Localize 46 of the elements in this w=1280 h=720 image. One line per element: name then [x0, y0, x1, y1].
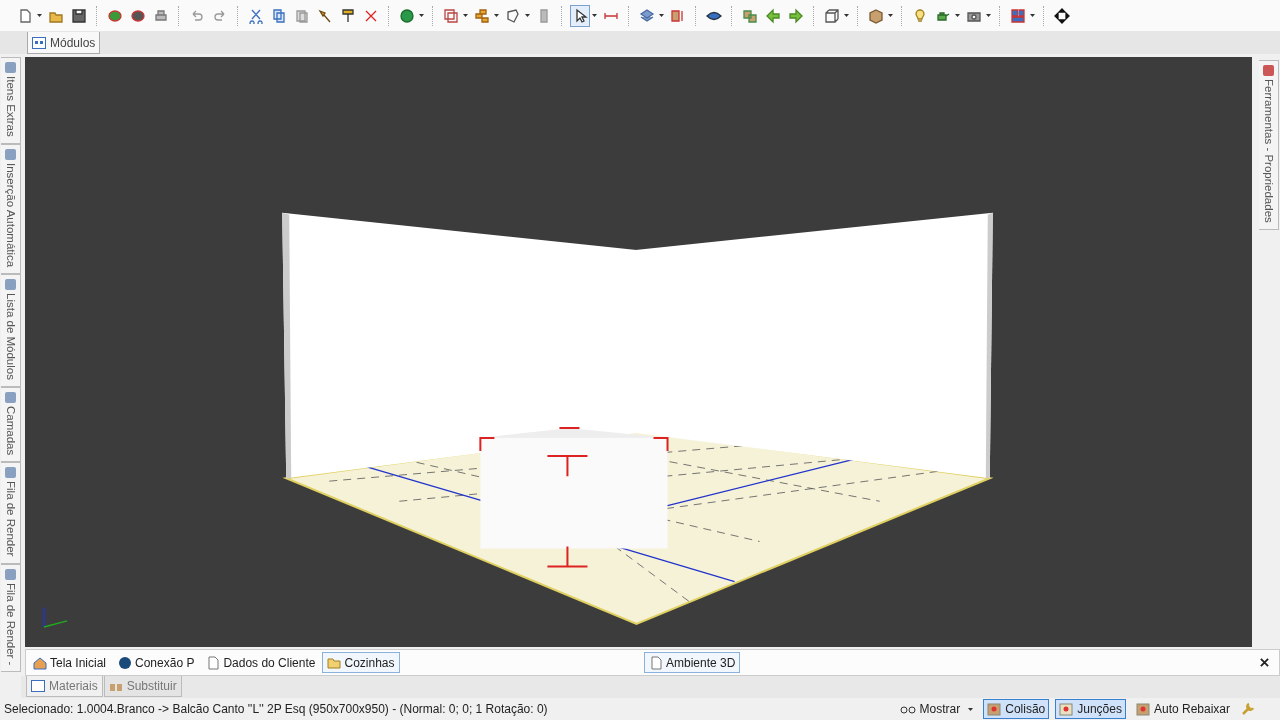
tool-icon	[1135, 702, 1150, 716]
caret-icon[interactable]	[888, 14, 893, 17]
panel-tab[interactable]: Materiais	[26, 676, 103, 697]
folder-icon	[327, 655, 342, 670]
status-text: Selecionado: 1.0004.Branco -> Balcão Canto ''L'' 2P Esq (950x700x950) - (Normal: 0; 0; 1 Rotação: 0)	[4, 702, 548, 716]
side-panel-tab[interactable]: Itens Extras	[1, 57, 21, 144]
caret-icon[interactable]	[494, 14, 499, 17]
caret-icon[interactable]	[525, 14, 530, 17]
view-tab[interactable]: Ambiente 3D	[644, 652, 741, 673]
panel-tab[interactable]: Substituir	[103, 676, 182, 697]
panel-icon	[31, 680, 45, 692]
caret-icon[interactable]	[955, 14, 960, 17]
tool-icon	[1059, 702, 1074, 716]
side-panel-tab[interactable]: Camadas	[1, 386, 21, 463]
tool-icon	[987, 702, 1002, 716]
close-icon[interactable]	[1260, 658, 1269, 667]
caret-icon[interactable]	[844, 14, 849, 17]
side-panel-tab[interactable]: Ferramentas - Propriedades	[1259, 60, 1279, 230]
glasses-icon	[899, 704, 916, 714]
toggle-button[interactable]: Auto Rebaixar	[1131, 699, 1234, 719]
show-dropdown[interactable]: Mostrar	[895, 699, 978, 719]
modules-tab[interactable]: Módulos	[27, 32, 101, 54]
caret-icon[interactable]	[419, 14, 424, 17]
document-tab[interactable]: Dados do Cliente	[201, 652, 321, 673]
caret-icon[interactable]	[463, 14, 468, 17]
document-tab[interactable]: Cozinhas	[322, 652, 400, 673]
caret-icon[interactable]	[592, 14, 597, 17]
side-panel-tab[interactable]: Lista de Módulos	[1, 273, 21, 387]
document-icon	[206, 655, 221, 670]
axis-icon	[43, 607, 68, 628]
toggle-button[interactable]: Junções	[1055, 699, 1126, 719]
toggle-button[interactable]: Colisão	[983, 699, 1050, 719]
caret-icon[interactable]	[986, 14, 991, 17]
cursor-icon[interactable]	[571, 5, 589, 26]
house-icon	[33, 655, 47, 670]
document-tab[interactable]: Conexão P	[113, 652, 200, 673]
caret-icon	[968, 707, 974, 711]
document-tab[interactable]: Tela Inicial	[28, 652, 112, 673]
caret-icon[interactable]	[659, 14, 664, 17]
side-panel-tab[interactable]: Inserção Automática	[1, 143, 21, 274]
modules-icon	[32, 36, 46, 49]
side-panel-tab[interactable]: Fila de Render -	[1, 563, 21, 672]
side-panel-tab[interactable]: Fila de Render	[1, 462, 21, 564]
caret-icon[interactable]	[1030, 14, 1035, 17]
caret-icon[interactable]	[37, 14, 42, 17]
document-icon	[649, 655, 663, 670]
